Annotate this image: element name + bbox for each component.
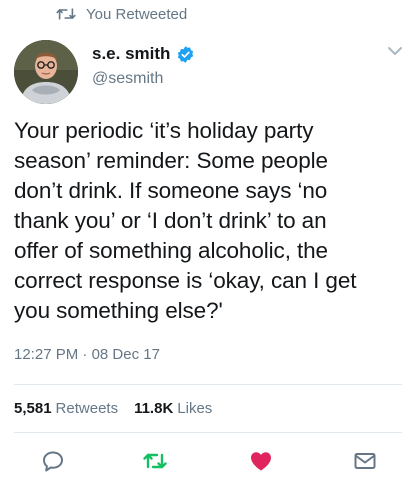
retweets-stat[interactable]: 5,581 Retweets	[14, 400, 118, 417]
tweet-line: correct response is ‘okay, can I get	[14, 268, 357, 293]
mail-icon[interactable]	[352, 448, 378, 474]
retweet-small-icon	[56, 6, 76, 22]
divider	[14, 384, 402, 385]
heart-icon[interactable]	[248, 448, 274, 474]
tweet-date: 08 Dec 17	[91, 346, 160, 363]
tweet-line: don’t drink. If someone says ‘no	[14, 178, 328, 203]
tweet-stats: 5,581 Retweets 11.8K Likes	[14, 400, 212, 417]
author-name-row[interactable]: s.e. smith	[92, 44, 195, 64]
retweeted-context: You Retweeted	[56, 4, 187, 24]
tweet-line: Your periodic ‘it’s holiday party	[14, 118, 314, 143]
timestamp-separator: ·	[82, 346, 88, 363]
retweets-count: 5,581	[14, 400, 52, 417]
author-handle[interactable]: @sesmith	[92, 70, 163, 88]
retweet-icon[interactable]	[142, 448, 168, 474]
likes-stat[interactable]: 11.8K Likes	[134, 400, 212, 417]
likes-count: 11.8K	[134, 400, 174, 417]
tweet-line: offer of something alcoholic, the	[14, 238, 328, 263]
tweet-actions	[0, 448, 416, 482]
reply-icon[interactable]	[40, 448, 66, 474]
tweet-line: you something else?'	[14, 298, 223, 323]
retweets-label: Retweets	[55, 400, 119, 417]
author-name[interactable]: s.e. smith	[92, 44, 170, 64]
divider	[14, 432, 402, 433]
chevron-down-icon[interactable]	[386, 44, 404, 58]
verified-badge-icon	[176, 45, 195, 64]
tweet-line: season’ reminder: Some people	[14, 148, 328, 173]
tweet-timestamp[interactable]: 12:27 PM · 08 Dec 17	[14, 346, 160, 363]
tweet-text: Your periodic ‘it’s holiday party season…	[14, 116, 406, 326]
retweeted-label: You Retweeted	[86, 5, 188, 23]
tweet-time: 12:27 PM	[14, 346, 79, 363]
tweet-line: thank you’ or ‘I don’t drink’ to an	[14, 208, 327, 233]
avatar[interactable]	[14, 40, 78, 104]
likes-label: Likes	[177, 400, 213, 417]
